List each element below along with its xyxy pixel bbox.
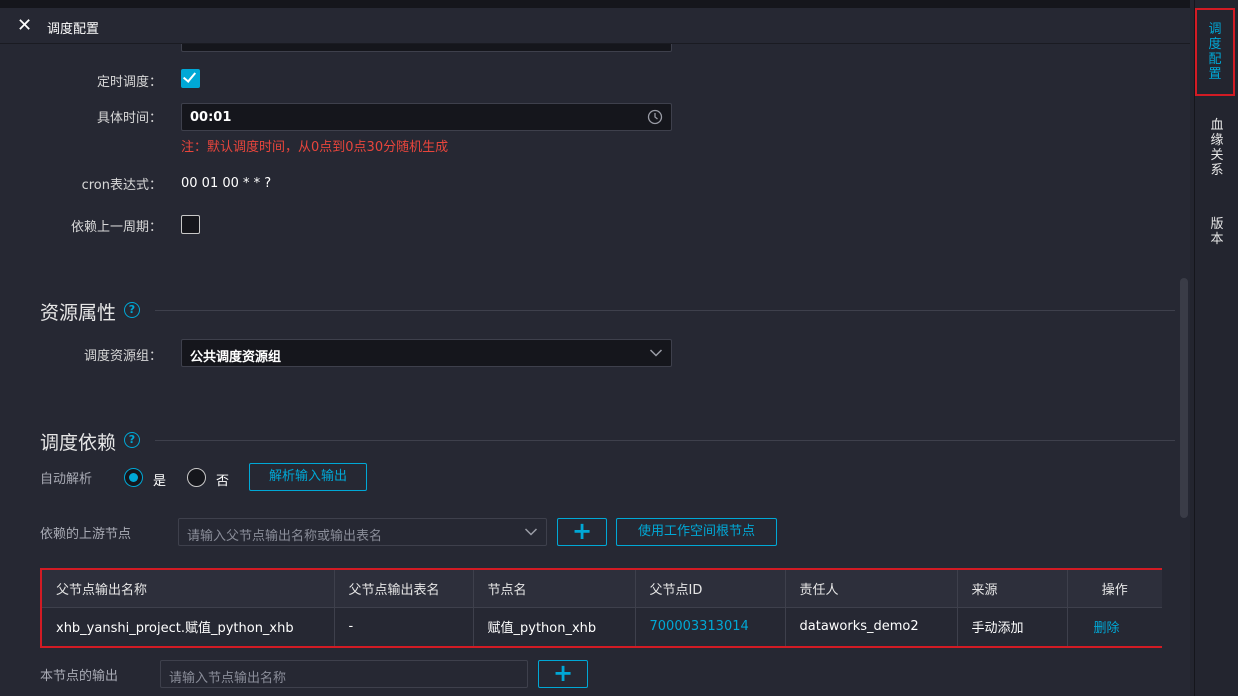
panel-header: ✕ 调度配置 <box>0 8 1190 44</box>
owner: dataworks_demo2 <box>785 607 958 646</box>
source: 手动添加 <box>957 607 1068 646</box>
output-placeholder: 请输入节点输出名称 <box>169 671 287 686</box>
help-icon[interactable]: ? <box>124 302 140 318</box>
col-header: 操作 <box>1067 570 1162 608</box>
clock-icon[interactable] <box>647 109 663 125</box>
time-note: 注：默认调度时间，从0点到0点30分随机生成 <box>181 140 449 155</box>
upstream-input[interactable]: 请输入父节点输出名称或输出表名 <box>178 518 547 546</box>
table-header-row: 父节点输出名称 父节点输出表名 节点名 父节点ID 责任人 来源 操作 <box>42 570 1162 608</box>
parent-output-table: - <box>334 607 474 646</box>
depend-prev-label: 依赖上一周期： <box>70 220 162 235</box>
resource-group-select[interactable]: 公共调度资源组 <box>181 339 672 367</box>
time-value: 00:01 <box>190 110 232 125</box>
cron-value: 00 01 00 * * ? <box>181 176 272 191</box>
upstream-table: 父节点输出名称 父节点输出表名 节点名 父节点ID 责任人 来源 操作 xhb_… <box>40 568 1162 648</box>
tab-label: 版本 <box>1210 217 1224 247</box>
node-name: 赋值_python_xhb <box>473 607 636 646</box>
auto-parse-label: 自动解析 <box>40 472 93 487</box>
auto-parse-no-label: 否 <box>216 474 230 489</box>
dependency-section-title: 调度依赖 <box>40 432 117 454</box>
resource-section-title: 资源属性 <box>40 302 117 324</box>
add-upstream-button[interactable]: + <box>557 518 607 546</box>
dependency-divider <box>155 440 1175 441</box>
output-label: 本节点的输出 <box>40 669 119 684</box>
auto-parse-yes-label: 是 <box>153 474 167 489</box>
col-header: 节点名 <box>473 570 636 608</box>
depend-prev-checkbox[interactable] <box>181 215 200 234</box>
resource-group-value: 公共调度资源组 <box>190 350 282 365</box>
tab-schedule-config[interactable]: 调度配置 <box>1195 8 1235 96</box>
parent-node-id-link[interactable]: 700003313014 <box>635 607 786 646</box>
tab-label: 调度配置 <box>1208 22 1222 82</box>
auto-parse-yes-radio[interactable] <box>124 468 143 487</box>
resource-divider <box>155 310 1175 311</box>
auto-parse-no-radio[interactable] <box>187 468 206 487</box>
add-output-button[interactable]: + <box>538 660 588 688</box>
tab-label: 血缘关系 <box>1210 118 1224 178</box>
time-input[interactable]: 00:01 <box>181 103 672 131</box>
scrollbar[interactable] <box>1180 278 1188 518</box>
chevron-down-icon <box>649 349 663 357</box>
col-header: 来源 <box>957 570 1068 608</box>
panel-title: 调度配置 <box>47 22 100 37</box>
resource-group-label: 调度资源组： <box>83 349 162 364</box>
tab-version[interactable]: 版本 <box>1195 217 1238 247</box>
col-header: 责任人 <box>785 570 958 608</box>
upstream-placeholder: 请输入父节点输出名称或输出表名 <box>187 529 383 544</box>
close-icon[interactable]: ✕ <box>17 17 32 35</box>
timed-schedule-label: 定时调度： <box>96 75 162 90</box>
col-header: 父节点输出表名 <box>334 570 474 608</box>
right-sidebar: 调度配置 血缘关系 版本 <box>1194 0 1238 696</box>
cron-label: cron表达式： <box>81 178 162 193</box>
output-input[interactable]: 请输入节点输出名称 <box>160 660 528 688</box>
tab-lineage[interactable]: 血缘关系 <box>1195 118 1238 178</box>
col-header: 父节点ID <box>635 570 786 608</box>
delete-link[interactable]: 删除 <box>1067 607 1162 646</box>
chevron-down-icon <box>524 528 538 536</box>
top-strip <box>0 0 1190 8</box>
use-root-node-button[interactable]: 使用工作空间根节点 <box>616 518 777 546</box>
parse-io-button[interactable]: 解析输入输出 <box>249 463 367 491</box>
help-icon[interactable]: ? <box>124 432 140 448</box>
upstream-label: 依赖的上游节点 <box>40 527 132 542</box>
parent-output-name: xhb_yanshi_project.赋值_python_xhb <box>42 607 335 646</box>
schedule-config-panel: ✕ 调度配置 定时调度： 具体时间： 00:01 注：默认调度时间，从0点到0点… <box>0 8 1190 696</box>
table-row: xhb_yanshi_project.赋值_python_xhb - 赋值_py… <box>42 607 1162 646</box>
timed-schedule-checkbox[interactable] <box>181 69 200 88</box>
col-header: 父节点输出名称 <box>42 570 335 608</box>
time-label: 具体时间： <box>96 111 162 126</box>
